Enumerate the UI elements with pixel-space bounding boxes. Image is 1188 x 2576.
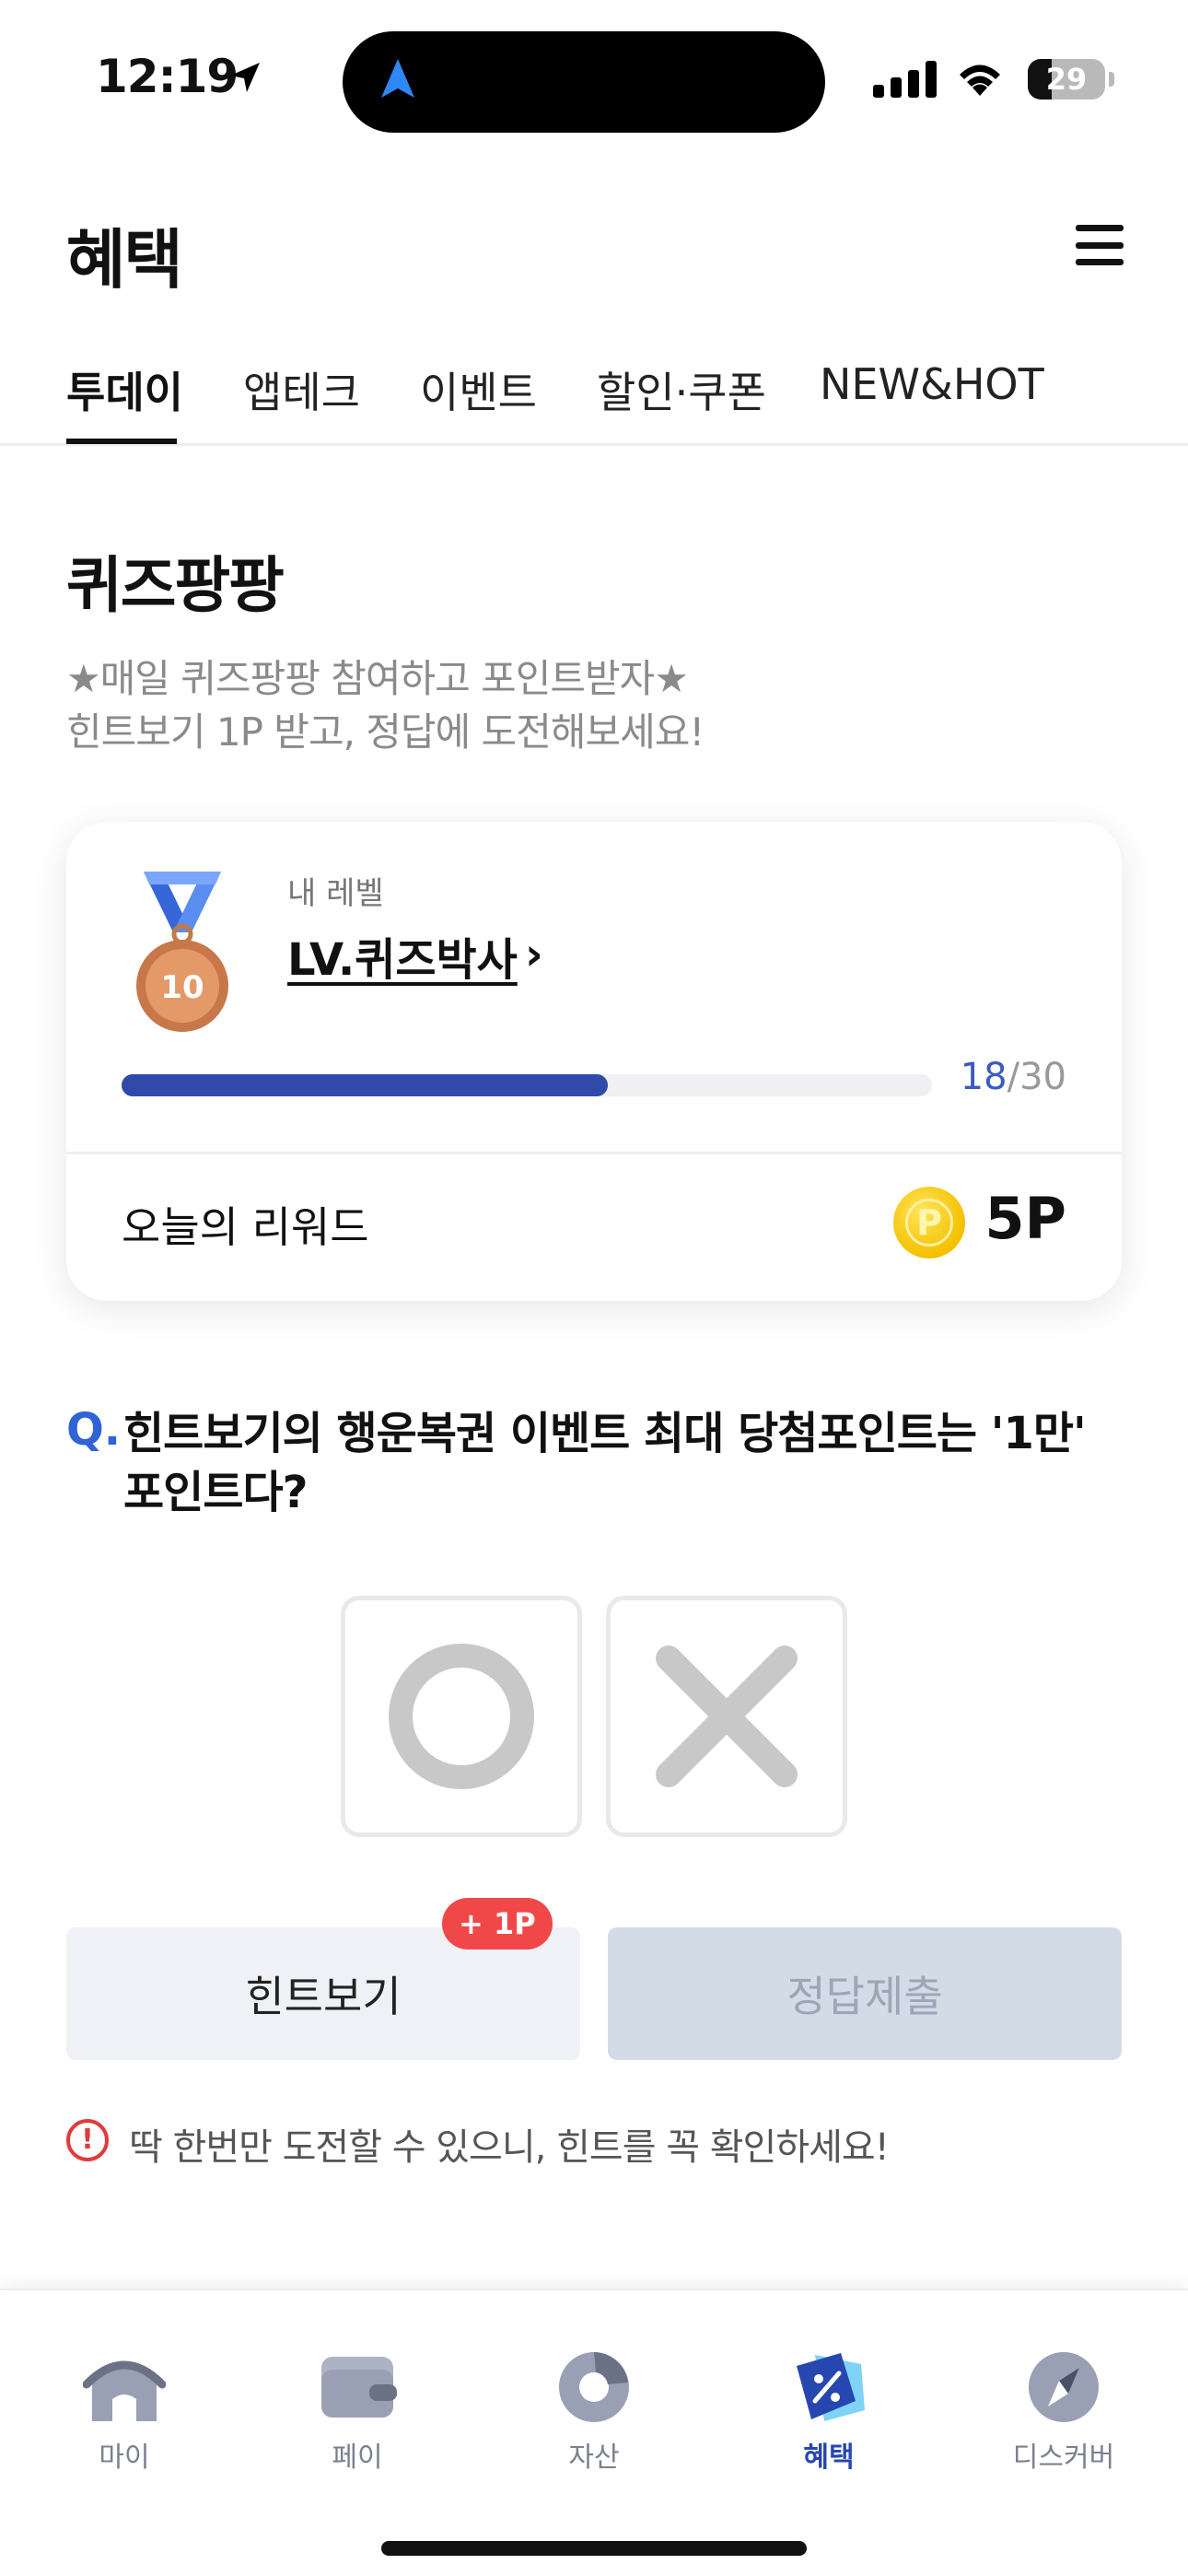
wallet-icon xyxy=(321,2357,397,2418)
wifi-icon xyxy=(960,64,1000,96)
pie-chart-icon xyxy=(559,2352,629,2422)
nav-item-benefits[interactable]: 혜택 xyxy=(737,2346,921,2475)
quiz-description: ★매일 퀴즈팡팡 참여하고 포인트받자★ 힌트보기 1P 받고, 정답에 도전해… xyxy=(66,652,705,759)
nav-label-my: 마이 xyxy=(99,2441,150,2474)
home-indicator xyxy=(381,2541,807,2556)
level-name-link[interactable]: LV.퀴즈박사 xyxy=(287,923,518,988)
home-icon xyxy=(83,2360,166,2421)
bottom-navigation: 마이 페이 자산 혜택 디스커버 xyxy=(0,2289,1188,2576)
quiz-desc-line-2: 힌트보기 1P 받고, 정답에 도전해보세요! xyxy=(66,709,705,755)
quiz-desc-line-1: ★매일 퀴즈팡팡 참여하고 포인트받자★ xyxy=(66,656,689,701)
nav-label-benefits: 혜택 xyxy=(803,2441,855,2474)
level-progress-fill xyxy=(122,1074,608,1096)
x-mark-icon xyxy=(656,1645,798,1787)
cellular-signal-icon xyxy=(873,61,937,98)
compass-icon xyxy=(1029,2352,1099,2422)
battery-icon: 29 xyxy=(1028,59,1105,100)
chevron-right-icon[interactable]: › xyxy=(525,929,543,980)
medal-number: 10 xyxy=(160,969,204,1006)
tab-today[interactable]: 투데이 xyxy=(66,359,183,420)
answer-x-button[interactable] xyxy=(606,1596,847,1837)
hamburger-menu-icon[interactable] xyxy=(1076,225,1124,265)
question-text: 힌트보기의 행운복권 이벤트 최대 당첨포인트는 '1만' 포인트다? xyxy=(123,1408,1087,1518)
nav-label-pay: 페이 xyxy=(332,2441,383,2474)
coin-letter: P xyxy=(905,1199,953,1247)
quiz-title: 퀴즈팡팡 xyxy=(66,550,285,621)
today-reward-value: 5P xyxy=(984,1185,1066,1252)
discount-tag-icon xyxy=(797,2353,865,2421)
battery-level: 29 xyxy=(1045,62,1088,97)
progress-current: 18 xyxy=(960,1056,1007,1098)
bronze-medal-icon: 10 xyxy=(136,872,228,1032)
nav-label-assets: 자산 xyxy=(568,2441,620,2474)
navigation-arrow-icon xyxy=(381,59,414,98)
warning-icon: ! xyxy=(66,2119,109,2161)
nav-item-pay[interactable]: 페이 xyxy=(265,2346,449,2475)
today-reward-label: 오늘의 리워드 xyxy=(122,1202,369,1252)
page-title: 혜택 xyxy=(66,222,183,298)
nav-item-discover[interactable]: 디스커버 xyxy=(972,2346,1156,2475)
tab-event[interactable]: 이벤트 xyxy=(420,359,537,420)
answer-o-button[interactable] xyxy=(341,1596,582,1837)
card-divider xyxy=(66,1152,1122,1154)
nav-item-my[interactable]: 마이 xyxy=(32,2346,216,2475)
active-tab-indicator xyxy=(66,439,177,444)
level-caption: 내 레벨 xyxy=(287,875,384,912)
dynamic-island xyxy=(343,31,825,133)
tab-bar: 투데이 앱테크 이벤트 할인·쿠폰 NEW&HOT xyxy=(0,350,1188,446)
level-card: 10 내 레벨 LV.퀴즈박사 › 18/30 오늘의 리워드 P 5P xyxy=(66,822,1122,1301)
point-coin-icon: P xyxy=(893,1187,965,1259)
tab-apptech[interactable]: 앱테크 xyxy=(243,359,360,420)
level-progress-text: 18/30 xyxy=(961,1056,1066,1098)
tab-discount-coupon[interactable]: 할인·쿠폰 xyxy=(597,359,766,420)
nav-item-assets[interactable]: 자산 xyxy=(502,2346,686,2475)
tab-new-hot[interactable]: NEW&HOT xyxy=(820,359,1044,409)
status-time: 12:19 xyxy=(96,50,239,103)
status-bar: 12:19 29 xyxy=(0,0,1188,157)
progress-total: /30 xyxy=(1007,1056,1066,1098)
question-mark-label: Q. xyxy=(66,1404,122,1456)
notice-text: 딱 한번만 도전할 수 있으니, 힌트를 꼭 확인하세요! xyxy=(129,2126,890,2169)
location-arrow-icon xyxy=(230,63,260,92)
level-progress-bar xyxy=(122,1074,932,1096)
circle-o-icon xyxy=(389,1644,534,1789)
hint-point-badge: + 1P xyxy=(442,1898,553,1950)
nav-label-discover: 디스커버 xyxy=(1012,2441,1115,2474)
submit-answer-button[interactable]: 정답제출 xyxy=(608,1927,1122,2060)
